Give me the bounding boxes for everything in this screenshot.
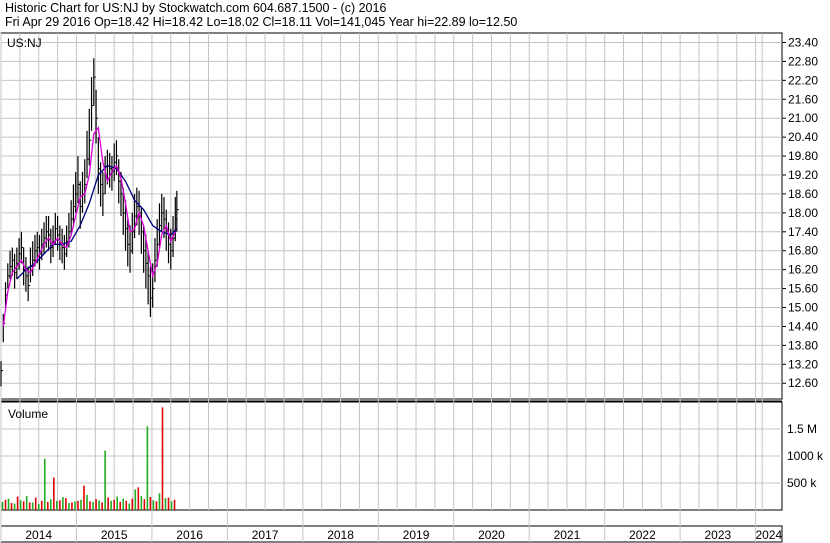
price-tick-label: 18.00 (788, 206, 818, 220)
price-tick-label: 23.40 (788, 35, 818, 49)
grid-lines (0, 33, 782, 542)
year-label: 2020 (478, 528, 505, 542)
volume-tick-label: 500 k (787, 476, 817, 490)
price-tick-label: 20.40 (788, 130, 818, 144)
price-tick-label: 13.80 (788, 338, 818, 352)
year-label: 2015 (101, 528, 128, 542)
price-tick-label: 12.60 (788, 376, 818, 390)
year-label: 2022 (629, 528, 656, 542)
price-tick-label: 13.20 (788, 357, 818, 371)
price-tick-label: 18.60 (788, 187, 818, 201)
price-tick-label: 19.80 (788, 149, 818, 163)
volume-y-axis-labels: 1.5 M 1000 k 500 k (787, 422, 824, 490)
chart-canvas: 23.40 22.80 22.20 21.60 21.00 20.40 19.80 19.20… (0, 32, 824, 543)
volume-tick-label: 1.5 M (787, 422, 817, 436)
price-y-axis-labels: 23.40 22.80 22.20 21.60 21.00 20.40 19.80 19.20… (782, 35, 818, 390)
price-tick-label: 22.80 (788, 54, 818, 68)
year-label: 2016 (176, 528, 203, 542)
volume-panel-title: Volume (8, 407, 48, 421)
price-tick-label: 21.00 (788, 111, 818, 125)
price-tick-label: 16.20 (788, 263, 818, 277)
volume-bars (1, 407, 176, 510)
price-tick-label: 15.00 (788, 301, 818, 315)
year-label: 2023 (705, 528, 732, 542)
year-label: 2024 (755, 528, 782, 542)
year-label: 2021 (554, 528, 581, 542)
year-label: 2014 (25, 528, 52, 542)
year-label: 2018 (327, 528, 354, 542)
volume-tick-label: 1000 k (787, 449, 824, 463)
price-panel-frame (0, 32, 783, 400)
price-tick-label: 14.40 (788, 319, 818, 333)
year-label: 2017 (252, 528, 279, 542)
year-label: 2019 (403, 528, 430, 542)
price-panel-title: US:NJ (7, 36, 42, 50)
price-tick-label: 16.80 (788, 244, 818, 258)
price-tick-label: 19.20 (788, 168, 818, 182)
price-tick-label: 21.60 (788, 92, 818, 106)
moving-average-long-line (16, 164, 178, 280)
x-axis-labels: 2014 2015 2016 2017 2018 2019 2020 2021 2022 2023… (25, 528, 782, 542)
price-tick-label: 22.20 (788, 73, 818, 87)
price-tick-label: 15.60 (788, 282, 818, 296)
price-tick-label: 17.40 (788, 225, 818, 239)
